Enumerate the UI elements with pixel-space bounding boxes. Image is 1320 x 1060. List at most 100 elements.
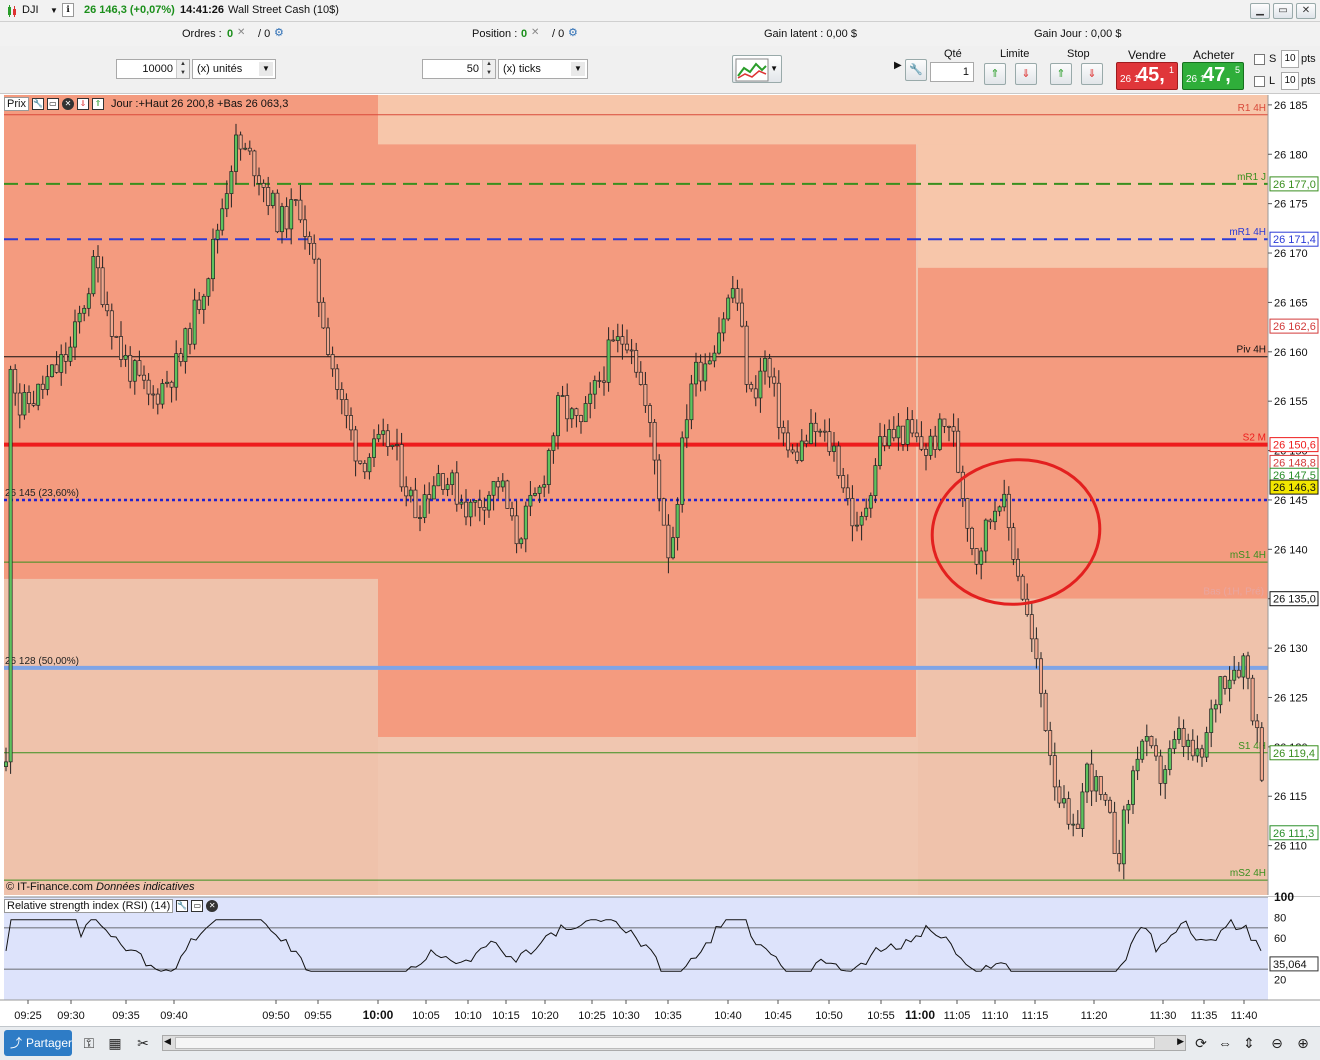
zoom-out-icon[interactable]: ⊖ [1268, 1034, 1286, 1052]
orders-cancel-icon[interactable]: ✕ [237, 27, 245, 38]
move-down-icon[interactable]: ⇓ [76, 98, 89, 110]
close-button[interactable]: ✕ [1296, 3, 1316, 19]
info-icon[interactable]: ℹ [62, 3, 74, 17]
s-points-input[interactable]: 10 [1281, 50, 1299, 68]
candle-body [1204, 732, 1209, 758]
limit-checkbox[interactable] [1254, 76, 1265, 87]
day-range-info: Jour :+Haut 26 200,8 +Bas 26 063,3 [110, 98, 289, 110]
chart-type-button[interactable]: ▼ [732, 55, 782, 83]
orders-settings-icon[interactable]: ⚙ [274, 26, 284, 39]
scroll-left-icon[interactable]: ◀ [164, 1036, 171, 1047]
candle-body [1066, 798, 1071, 825]
limit-sell-button[interactable]: ⇓ [1015, 63, 1037, 85]
candle-body [845, 487, 850, 499]
candle-body [1241, 655, 1246, 678]
move-up-icon[interactable]: ⇑ [91, 98, 104, 110]
y-tick-label: 26 140 [1274, 544, 1308, 556]
price-tag-label: 26 162,6 [1273, 321, 1316, 333]
minimize-button[interactable]: ▁ [1250, 3, 1270, 19]
scroll-right-icon[interactable]: ▶ [1177, 1036, 1184, 1047]
zoom-fit-icon[interactable]: ⇔ [1216, 1034, 1234, 1052]
limit-buy-button[interactable]: ⇑ [984, 63, 1006, 85]
position-cancel-icon[interactable]: ✕ [531, 27, 539, 38]
candle-body [643, 384, 648, 406]
l-points-input[interactable]: 10 [1281, 72, 1299, 90]
horizontal-scrollbar[interactable]: ◀ ▶ [162, 1035, 1186, 1051]
x-tick-label: 10:45 [764, 1010, 792, 1022]
candle-body [592, 380, 597, 395]
s-label: S [1269, 53, 1277, 65]
candle-body [579, 415, 583, 423]
scrollbar-thumb[interactable] [175, 1037, 1155, 1049]
candle-body [956, 430, 961, 473]
quantity-stepper[interactable]: 10000 ▲ ▼ [116, 59, 190, 79]
symbol-dropdown-icon[interactable]: ▼ [50, 6, 58, 15]
instrument-name: Wall Street Cash (10$) [228, 4, 339, 16]
quantity-unit-select[interactable]: (x) unités ▼ [192, 59, 276, 79]
credit-text: © IT-Finance.com [6, 881, 93, 893]
stop-label: Stop [1067, 48, 1090, 60]
candle-body [362, 462, 367, 473]
candle-body [1246, 655, 1250, 679]
price-tag-label: 26 111,3 [1273, 828, 1314, 840]
maximize-button[interactable]: ▭ [1273, 3, 1293, 19]
refresh-icon[interactable]: ⟳ [1192, 1034, 1210, 1052]
buy-price-main: 47, [1203, 64, 1231, 86]
candle-body [1218, 676, 1223, 706]
stop-sell-button[interactable]: ⇓ [1081, 63, 1103, 85]
candle-body [519, 538, 524, 545]
position-value: 0 [521, 28, 528, 40]
candle-body [970, 527, 974, 549]
qte-input[interactable]: 1 [930, 62, 974, 82]
candle-body [252, 150, 257, 177]
candle-body [1236, 669, 1241, 678]
ticks-unit-select[interactable]: (x) ticks ▼ [498, 59, 588, 79]
price-chart[interactable]: Bas (1H, Pré) R1 4H mR1 J mR1 4H Piv 4H S2 M… [0, 94, 1320, 1026]
wrench-icon[interactable]: 🔧 [176, 900, 189, 912]
candle-body [326, 327, 330, 355]
window-icon[interactable]: ▭ [191, 900, 204, 912]
stop-buy-button[interactable]: ⇑ [1050, 63, 1072, 85]
rsi-value-label: 35,064 [1273, 959, 1307, 971]
panel-collapse-icon[interactable]: ▶ [894, 60, 902, 71]
candle-body [1140, 740, 1145, 760]
wrench-icon[interactable]: 🔧 [905, 59, 927, 81]
buy-button[interactable]: 26 1 47, 5 [1182, 62, 1244, 90]
position-settings-icon[interactable]: ⚙ [568, 26, 578, 39]
x-tick-label: 10:35 [654, 1010, 682, 1022]
zoom-in-icon[interactable]: ⊕ [1294, 1034, 1312, 1052]
candle-body [220, 208, 225, 231]
candle-body [349, 415, 353, 431]
zoom-range-icon[interactable]: ⇕ [1240, 1034, 1258, 1052]
candle-body [868, 495, 873, 509]
y-tick-label: 26 175 [1274, 199, 1308, 211]
scissors-icon[interactable]: ✂ [134, 1034, 152, 1052]
level-label: mS2 4H [1230, 868, 1266, 879]
close-icon[interactable]: ✕ [61, 98, 74, 110]
stepper-arrows-icon[interactable]: ▲ ▼ [176, 60, 189, 78]
key-icon[interactable]: ⚿ [80, 1034, 98, 1052]
close-icon[interactable]: ✕ [206, 900, 219, 912]
rsi-tick-label: 60 [1274, 933, 1286, 945]
candle-body [891, 429, 896, 439]
stepper-arrows-icon[interactable]: ▲ ▼ [482, 60, 495, 78]
candle-body [528, 494, 533, 507]
candle-body [652, 422, 657, 461]
price-tag-label: 26 119,4 [1273, 748, 1315, 760]
wrench-icon[interactable]: 🔧 [31, 98, 44, 110]
sell-button[interactable]: 26 1 45, 1 [1116, 62, 1178, 90]
stop-checkbox[interactable] [1254, 54, 1265, 65]
window-icon[interactable]: ▭ [46, 98, 59, 110]
candle-body [749, 384, 754, 390]
candle-body [1098, 776, 1103, 795]
share-button[interactable]: ⤴ Partager [4, 1030, 72, 1056]
candle-body [289, 199, 294, 230]
ticks-stepper[interactable]: 50 ▲ ▼ [422, 59, 496, 79]
calculator-icon[interactable]: ▦ [106, 1034, 124, 1052]
candle-body [390, 444, 395, 447]
candle-body [859, 516, 864, 526]
candle-body [758, 370, 763, 399]
candle-body [50, 364, 54, 378]
credit-note: Données indicatives [96, 881, 195, 893]
candle-body [1029, 614, 1034, 640]
